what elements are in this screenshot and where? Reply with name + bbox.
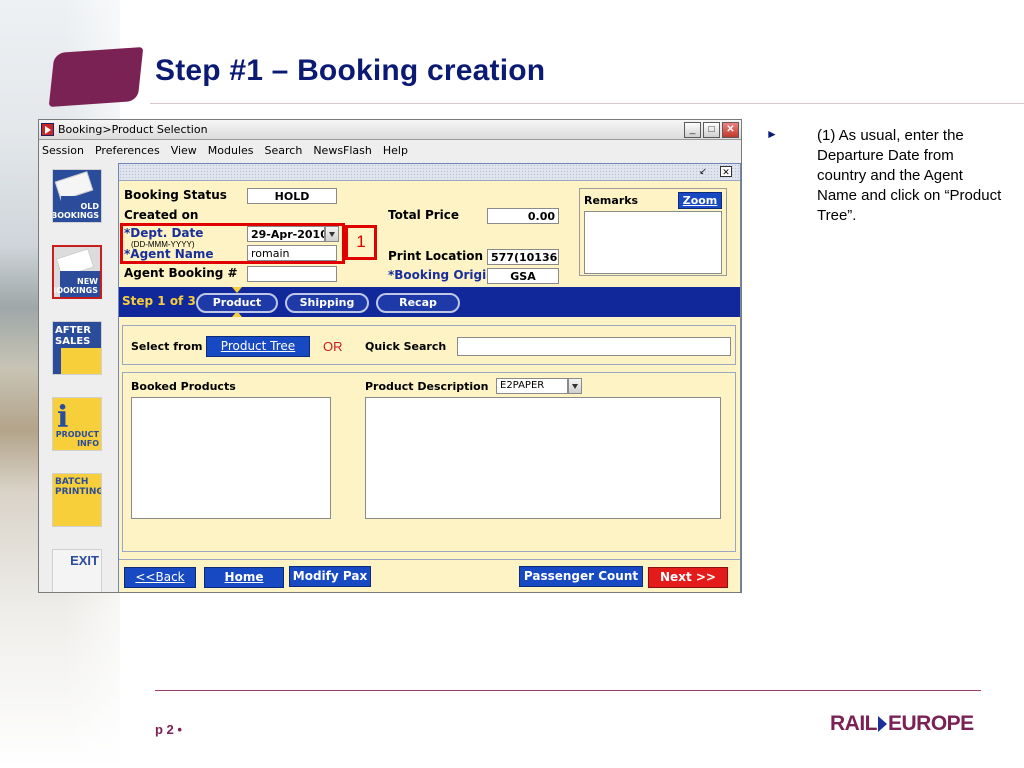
booked-products-list[interactable] — [131, 397, 331, 519]
back-button[interactable]: <<Back — [124, 567, 196, 588]
sidebar-label: AFTER SALES — [55, 325, 91, 347]
booking-origin-field: GSA — [487, 268, 559, 284]
product-description-label: Product Description — [365, 380, 489, 393]
panel-close-icon[interactable]: ✕ — [720, 166, 732, 177]
app-icon — [41, 123, 54, 136]
action-bar: <<Back Home Modify Pax Passenger Count N… — [119, 559, 740, 592]
menu-newsflash[interactable]: NewsFlash — [313, 144, 372, 157]
sidebar-label: EXIT — [70, 553, 99, 568]
sidebar-exit[interactable]: EXIT — [52, 549, 102, 592]
step-indicator: Step 1 of 3 — [122, 294, 196, 308]
sidebar-label: BATCH PRINTING — [55, 477, 102, 497]
bullet-icon: ► — [766, 127, 778, 141]
sidebar-product-info[interactable]: i PRODUCT INFO — [52, 397, 102, 451]
menu-search[interactable]: Search — [265, 144, 303, 157]
booked-products-label: Booked Products — [131, 380, 236, 393]
sidebar-after-sales[interactable]: AFTER SALES — [52, 321, 102, 375]
sidebar-label: OLD BOOKINGS — [52, 202, 99, 220]
home-button[interactable]: Home — [204, 567, 284, 588]
booking-status-field: HOLD — [247, 188, 337, 204]
product-description-dropdown-icon[interactable] — [568, 378, 582, 394]
logo-arrow-icon — [878, 716, 887, 732]
next-button[interactable]: Next >> — [648, 567, 728, 588]
remarks-label: Remarks — [584, 194, 639, 207]
product-tree-button[interactable]: Product Tree — [206, 336, 310, 357]
raileurope-logo: RAIL EUROPE — [830, 712, 974, 736]
slide-title: Step #1 – Booking creation — [155, 54, 546, 87]
brand-logo-shape — [48, 46, 144, 108]
window-titlebar[interactable]: Booking>Product Selection _ □ ✕ — [39, 120, 741, 140]
tab-product[interactable]: Product — [196, 293, 278, 313]
print-location-label: Print Location — [388, 249, 484, 263]
sidebar-new-bookings[interactable]: NEW BOOKINGS — [52, 245, 102, 299]
module-sidebar: OLD BOOKINGS NEW BOOKINGS AFTER SALES i … — [39, 161, 115, 592]
total-price-field: 0.00 — [487, 208, 559, 224]
minimize-button[interactable]: _ — [684, 121, 701, 138]
menu-bar: Session Preferences View Modules Search … — [39, 140, 741, 160]
maximize-button[interactable]: □ — [703, 121, 720, 138]
menu-modules[interactable]: Modules — [208, 144, 254, 157]
instruction-note: (1) As usual, enter the Departure Date f… — [817, 127, 1002, 224]
product-description-area — [365, 397, 721, 519]
select-from-panel: Select from Product Tree OR Quick Search — [122, 325, 736, 365]
logo-text-left: RAIL — [830, 712, 878, 735]
callout-highlight — [120, 223, 345, 264]
menu-view[interactable]: View — [171, 144, 197, 157]
products-panel: Booked Products Product Description E2PA… — [122, 372, 736, 552]
menu-help[interactable]: Help — [383, 144, 408, 157]
print-location-field: 577(1013685) — [487, 249, 559, 265]
menu-session[interactable]: Session — [42, 144, 84, 157]
footer-divider — [155, 690, 981, 691]
window-title: Booking>Product Selection — [58, 123, 208, 136]
tab-recap[interactable]: Recap — [376, 293, 460, 313]
logo-text-right: EUROPE — [888, 712, 974, 735]
panel-header-bar: ↙ ✕ — [119, 164, 740, 181]
sidebar-label: PRODUCT INFO — [55, 430, 99, 448]
sidebar-label: NEW BOOKINGS — [52, 277, 98, 295]
remarks-group: Remarks Zoom — [579, 188, 727, 276]
title-divider — [150, 103, 1024, 104]
menu-preferences[interactable]: Preferences — [95, 144, 160, 157]
total-price-label: Total Price — [388, 208, 460, 222]
close-button[interactable]: ✕ — [722, 121, 739, 138]
modify-pax-button[interactable]: Modify Pax — [289, 566, 371, 587]
sidebar-old-bookings[interactable]: OLD BOOKINGS — [52, 169, 102, 223]
restore-icon[interactable]: ↙ — [697, 166, 709, 177]
select-from-label: Select from — [131, 340, 203, 353]
sidebar-batch-printing[interactable]: BATCH PRINTING — [52, 473, 102, 527]
slide: Step #1 – Booking creation Booking>Produ… — [0, 0, 1024, 768]
agent-booking-field[interactable] — [247, 266, 337, 282]
quick-search-label: Quick Search — [365, 340, 447, 353]
page-number: p 2 • — [155, 722, 182, 737]
callout-number: 1 — [345, 225, 377, 260]
created-on-label: Created on — [124, 208, 199, 222]
quick-search-input[interactable] — [457, 337, 731, 356]
passenger-count-button[interactable]: Passenger Count — [519, 566, 643, 587]
tab-shipping[interactable]: Shipping — [285, 293, 369, 313]
step-bar: Step 1 of 3 Product Shipping Recap — [119, 287, 740, 317]
or-label: OR — [323, 339, 343, 354]
zoom-button[interactable]: Zoom — [678, 192, 722, 209]
agent-booking-label: Agent Booking # — [124, 266, 238, 280]
product-description-select[interactable]: E2PAPER — [496, 378, 568, 394]
booking-origin-label: *Booking Origin — [388, 268, 495, 282]
app-window: Booking>Product Selection _ □ ✕ Session … — [38, 119, 742, 593]
remarks-textarea[interactable] — [584, 211, 722, 274]
booking-status-label: Booking Status — [124, 188, 227, 202]
